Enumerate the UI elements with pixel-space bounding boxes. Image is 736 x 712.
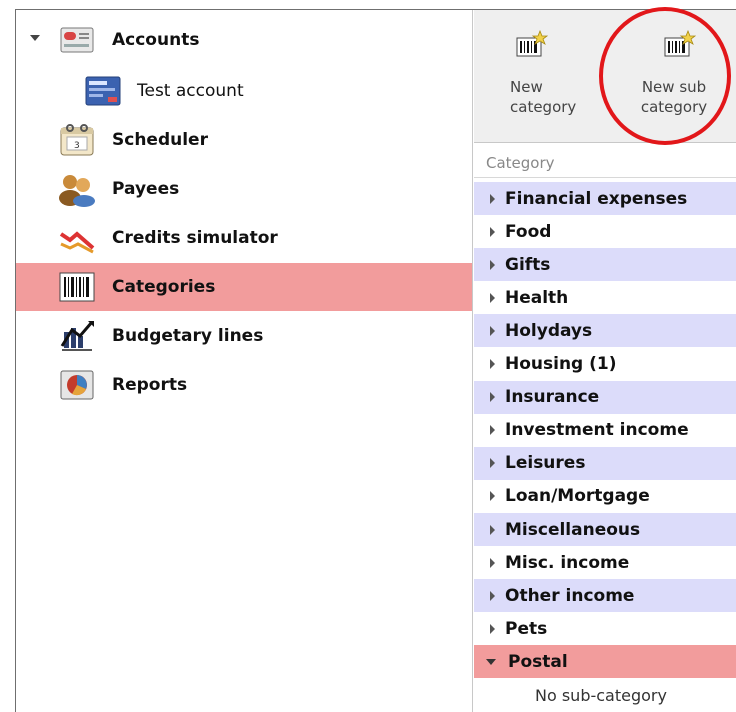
accounts-icon bbox=[58, 22, 96, 58]
nav-item-scheduler[interactable]: 3 Scheduler bbox=[16, 116, 472, 164]
nav-item-credits-simulator[interactable]: Credits simulator bbox=[16, 214, 472, 262]
category-row[interactable]: Misc. income bbox=[474, 546, 736, 579]
category-column-header[interactable]: Category bbox=[474, 148, 736, 178]
new-category-label: New category bbox=[474, 77, 577, 117]
category-row[interactable]: Holydays bbox=[474, 314, 736, 348]
expander-closed-icon[interactable] bbox=[490, 491, 495, 502]
nav-item-categories[interactable]: Categories bbox=[16, 263, 472, 311]
expander-closed-icon[interactable] bbox=[490, 359, 495, 369]
nav-label: Accounts bbox=[112, 30, 200, 50]
navigation-panel: Accounts Test account 3 Scheduler Payees bbox=[16, 10, 473, 712]
expander-closed-icon[interactable] bbox=[490, 425, 495, 436]
category-label: Insurance bbox=[505, 387, 600, 408]
nav-label: Credits simulator bbox=[112, 228, 278, 248]
nav-item-accounts[interactable]: Accounts bbox=[16, 16, 472, 64]
category-label: Pets bbox=[505, 618, 548, 639]
nav-item-budgetary-lines[interactable]: Budgetary lines bbox=[16, 312, 472, 360]
category-row[interactable]: Other income bbox=[474, 579, 736, 613]
category-label: Miscellaneous bbox=[505, 519, 641, 540]
expander-closed-icon[interactable] bbox=[490, 623, 495, 634]
nav-item-test-account[interactable]: Test account bbox=[16, 67, 472, 115]
category-label: Food bbox=[505, 221, 552, 242]
new-sub-category-label: New sub category bbox=[624, 77, 724, 117]
expander-closed-icon[interactable] bbox=[490, 392, 495, 403]
expander-closed-icon[interactable] bbox=[490, 524, 495, 535]
nav-label: Budgetary lines bbox=[112, 326, 264, 346]
pie-chart-icon bbox=[58, 367, 96, 403]
category-row[interactable]: Food bbox=[474, 215, 736, 248]
category-row[interactable]: Housing (1) bbox=[474, 348, 736, 381]
category-row[interactable]: Investment income bbox=[474, 414, 736, 447]
category-row[interactable]: Pets bbox=[474, 612, 736, 645]
toolbar: New category New sub category bbox=[474, 10, 736, 143]
category-label: Postal bbox=[508, 651, 568, 672]
expander-closed-icon[interactable] bbox=[490, 193, 495, 204]
expander-closed-icon[interactable] bbox=[490, 226, 495, 237]
calendar-icon: 3 bbox=[58, 122, 96, 158]
expander-closed-icon[interactable] bbox=[490, 557, 495, 568]
sub-category-placeholder: No sub-category bbox=[535, 685, 667, 705]
account-card-icon bbox=[84, 73, 122, 109]
category-label: Investment income bbox=[505, 420, 689, 441]
nav-item-payees[interactable]: Payees bbox=[16, 165, 472, 213]
nav-label: Payees bbox=[112, 179, 180, 199]
svg-text:3: 3 bbox=[74, 141, 80, 151]
expander-closed-icon[interactable] bbox=[490, 325, 495, 336]
payees-icon bbox=[58, 171, 96, 207]
category-row[interactable]: Insurance bbox=[474, 380, 736, 414]
category-label: Other income bbox=[505, 585, 635, 606]
category-label: Health bbox=[505, 287, 569, 308]
nav-item-reports[interactable]: Reports bbox=[16, 361, 472, 409]
category-label: Gifts bbox=[505, 254, 551, 275]
categories-panel: New category New sub category Category Fin… bbox=[474, 10, 736, 712]
category-row[interactable]: Leisures bbox=[474, 446, 736, 480]
category-label: Housing (1) bbox=[505, 354, 617, 374]
new-sub-category-button[interactable]: New sub category bbox=[624, 10, 724, 142]
category-label: Leisures bbox=[505, 453, 586, 474]
expander-open-icon[interactable] bbox=[486, 658, 496, 665]
chart-down-icon bbox=[58, 220, 96, 256]
category-row[interactable]: Gifts bbox=[474, 248, 736, 282]
new-category-icon bbox=[516, 29, 549, 60]
expander-closed-icon[interactable] bbox=[490, 590, 495, 601]
tb-text: New sub category bbox=[640, 78, 708, 116]
app-frame: Accounts Test account 3 Scheduler Payees bbox=[15, 9, 736, 712]
nav-label: Scheduler bbox=[112, 130, 208, 150]
barcode-icon bbox=[58, 269, 96, 305]
tb-text: New category bbox=[510, 78, 577, 116]
budget-chart-icon bbox=[58, 318, 96, 354]
expander-closed-icon[interactable] bbox=[490, 458, 495, 469]
category-label: Holydays bbox=[505, 320, 593, 341]
nav-label: Categories bbox=[112, 277, 216, 297]
expander-closed-icon[interactable] bbox=[490, 292, 495, 303]
category-row[interactable]: Financial expenses bbox=[474, 182, 736, 215]
expander-closed-icon[interactable] bbox=[490, 259, 495, 270]
category-label: Loan/Mortgage bbox=[505, 486, 650, 507]
category-row[interactable]: Miscellaneous bbox=[474, 513, 736, 546]
category-label: Misc. income bbox=[505, 552, 630, 573]
nav-label: Test account bbox=[137, 81, 244, 101]
category-row[interactable]: Postal bbox=[474, 645, 736, 679]
new-sub-category-icon bbox=[664, 29, 697, 60]
category-row[interactable]: Health bbox=[474, 281, 736, 314]
chevron-down-icon[interactable] bbox=[30, 35, 40, 41]
nav-label: Reports bbox=[112, 375, 188, 395]
category-label: Financial expenses bbox=[505, 188, 688, 209]
new-category-button[interactable]: New category bbox=[474, 10, 577, 142]
category-row[interactable]: Loan/Mortgage bbox=[474, 480, 736, 513]
